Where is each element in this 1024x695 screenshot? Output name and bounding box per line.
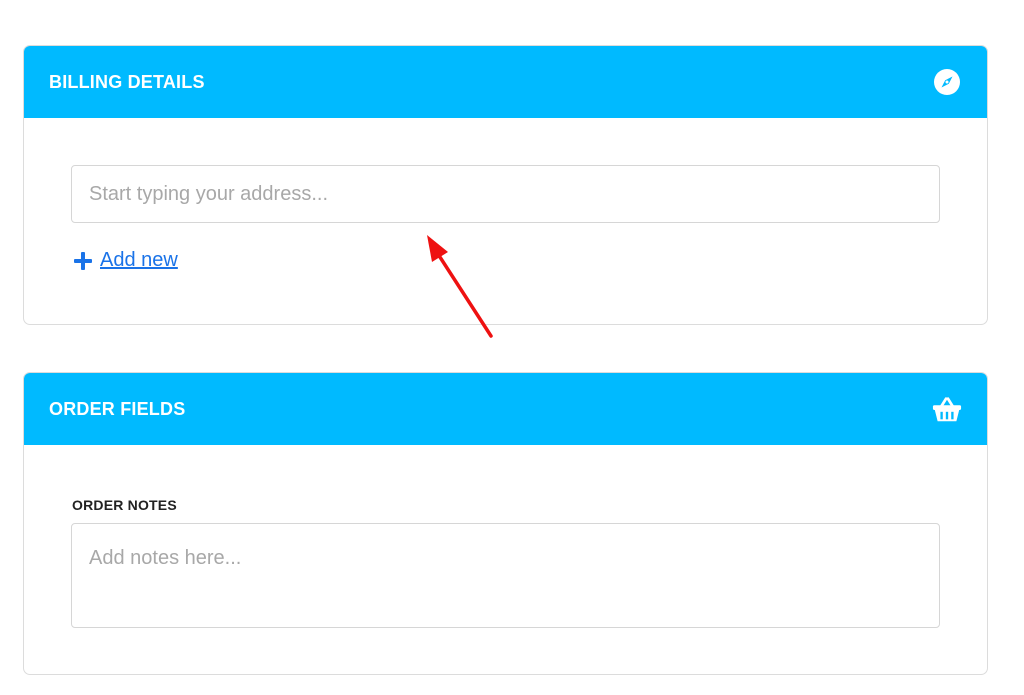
order-fields-title: ORDER FIELDS [49, 398, 186, 419]
billing-details-header: BILLING DETAILS [24, 46, 987, 118]
billing-details-panel: BILLING DETAILS Add new [23, 45, 988, 325]
order-fields-panel: ORDER FIELDS ORDER NOTES [23, 372, 988, 675]
billing-details-title: BILLING DETAILS [49, 71, 205, 92]
order-notes-textarea[interactable] [71, 523, 940, 628]
order-fields-header: ORDER FIELDS [24, 373, 987, 445]
compass-icon [932, 67, 962, 97]
basket-icon [932, 394, 962, 424]
add-new-label[interactable]: Add new [100, 249, 178, 272]
plus-icon [72, 250, 94, 272]
order-notes-label: ORDER NOTES [72, 497, 177, 513]
address-search-input[interactable] [71, 165, 940, 223]
add-new-address-link[interactable]: Add new [72, 249, 178, 272]
